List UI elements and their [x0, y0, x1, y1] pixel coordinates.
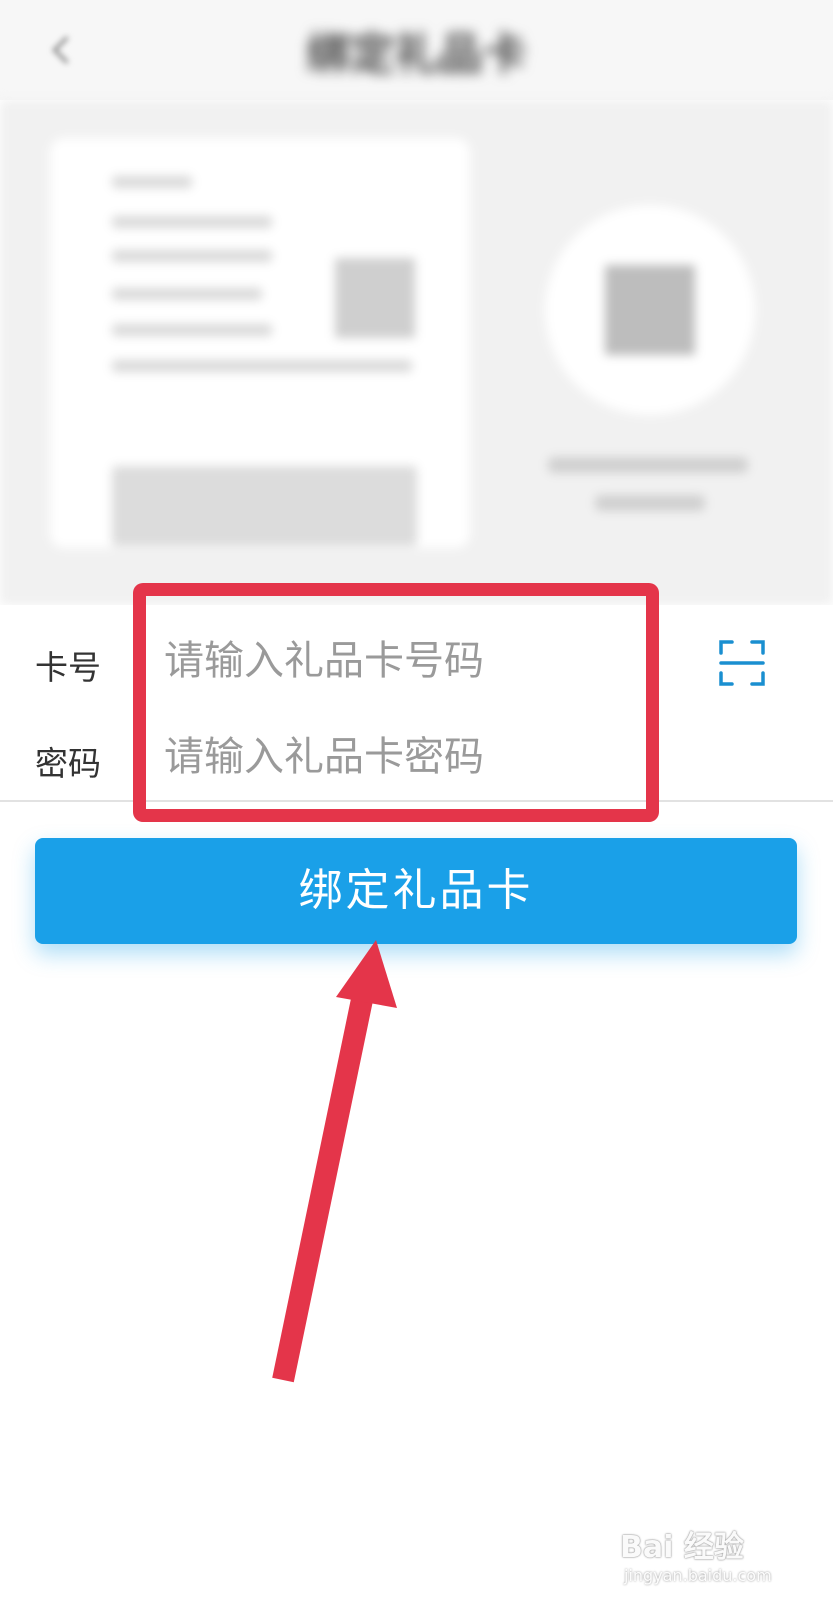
password-input[interactable] — [160, 725, 638, 789]
card-number-label: 卡号 — [35, 648, 101, 687]
watermark-url: jingyan.baidu.com — [624, 1566, 772, 1585]
password-label: 密码 — [35, 744, 101, 783]
sample-card-illustration — [0, 100, 833, 605]
bind-gift-card-button[interactable]: 绑定礼品卡 — [35, 838, 797, 944]
scan-icon[interactable] — [718, 639, 766, 687]
form-divider — [0, 800, 833, 802]
page-title: 绑定礼品卡 — [306, 29, 527, 80]
card-number-row: 卡号 — [0, 615, 833, 711]
gift-card-form: 卡号 密码 — [0, 605, 833, 805]
watermark-logo: Bai 经验 jingyan.baidu.com — [620, 1522, 810, 1592]
card-number-input[interactable] — [160, 629, 638, 693]
watermark-brand: Bai 经验 — [620, 1530, 744, 1565]
password-row: 密码 — [0, 711, 833, 807]
sample-qr-circle — [545, 205, 755, 415]
sample-gift-card — [50, 138, 470, 548]
nav-bar: 绑定礼品卡 — [0, 0, 833, 100]
